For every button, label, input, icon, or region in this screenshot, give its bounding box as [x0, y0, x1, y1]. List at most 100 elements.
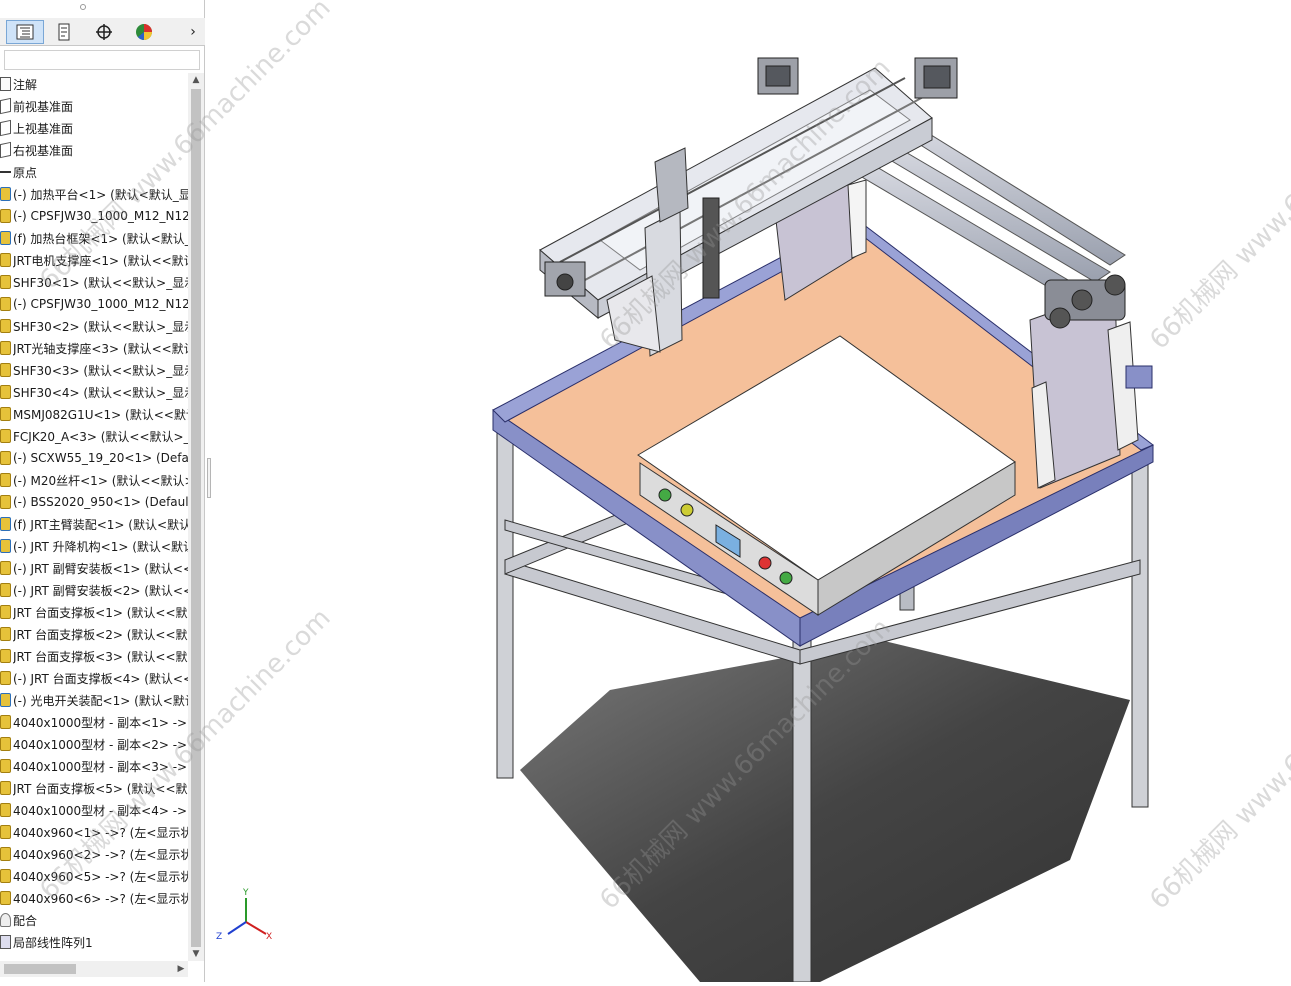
- part-icon: [0, 385, 11, 399]
- tree-item[interactable]: 配合: [0, 909, 188, 931]
- tree-item[interactable]: (f) JRT主臂装配<1> (默认<默认: [0, 513, 188, 535]
- more-tabs-button[interactable]: ›: [183, 20, 203, 44]
- part-icon: [0, 649, 11, 663]
- tree-item[interactable]: SHF30<3> (默认<<默认>_显示: [0, 359, 188, 381]
- tree-item-label: 4040x1000型材 - 副本<1> ->?: [13, 715, 188, 730]
- part-icon: [0, 407, 11, 421]
- part-icon: [0, 847, 11, 861]
- tree-item[interactable]: 注解: [0, 73, 188, 95]
- tree-item-label: (-) 光电开关装配<1> (默认<默认: [13, 693, 188, 708]
- part-icon: [0, 341, 11, 355]
- tree-item[interactable]: JRT 台面支撑板<2> (默认<<默认: [0, 623, 188, 645]
- triad-y-label: Y: [243, 888, 249, 898]
- tree-item-label: 配合: [13, 913, 38, 928]
- tree-item[interactable]: (-) JRT 副臂安装板<2> (默认<<: [0, 579, 188, 601]
- graphics-viewport[interactable]: Y X Z: [205, 0, 1291, 983]
- tree-vertical-scrollbar[interactable]: ▲ ▼: [188, 73, 204, 961]
- tree-item[interactable]: MSMJ082G1U<1> (默认<<默认: [0, 403, 188, 425]
- tree-item[interactable]: 前视基准面: [0, 95, 188, 117]
- tree-horizontal-scrollbar[interactable]: ▶: [0, 961, 188, 977]
- tree-item-label: JRT 台面支撑板<2> (默认<<默认: [13, 627, 188, 642]
- tree-item[interactable]: 4040x1000型材 - 副本<1> ->?: [0, 711, 188, 733]
- tree-item[interactable]: SHF30<1> (默认<<默认>_显示: [0, 271, 188, 293]
- tree-item-label: JRT 台面支撑板<3> (默认<<默认: [13, 649, 188, 664]
- tree-item[interactable]: (-) BSS2020_950<1> (Default<: [0, 491, 188, 513]
- tree-item[interactable]: JRT 台面支撑板<1> (默认<<默认: [0, 601, 188, 623]
- scroll-down-icon[interactable]: ▼: [188, 947, 204, 961]
- tree-item-label: 上视基准面: [13, 121, 74, 136]
- plane-icon: [0, 119, 11, 137]
- part-icon: [0, 429, 11, 443]
- part-icon: [0, 319, 11, 333]
- tree-item[interactable]: JRT 台面支撑板<3> (默认<<默认: [0, 645, 188, 667]
- tree-item[interactable]: 4040x960<6> ->? (左<显示状态: [0, 887, 188, 909]
- part-icon: [0, 891, 11, 905]
- tree-item[interactable]: (-) JRT 升降机构<1> (默认<默认: [0, 535, 188, 557]
- tree-item-label: 原点: [13, 165, 38, 180]
- tree-item[interactable]: (-) JRT 副臂安装板<1> (默认<<: [0, 557, 188, 579]
- tree-item-label: (-) JRT 台面支撑板<4> (默认<<: [13, 671, 188, 686]
- mate-icon: [0, 913, 11, 927]
- display-manager-tab[interactable]: [125, 20, 163, 44]
- tree-item-label: SHF30<2> (默认<<默认>_显示: [13, 319, 188, 334]
- tree-item[interactable]: (-) JRT 台面支撑板<4> (默认<<: [0, 667, 188, 689]
- part-icon: [0, 605, 11, 619]
- tree-item-label: (-) JRT 副臂安装板<2> (默认<<: [13, 583, 188, 598]
- tree-item-label: (-) JRT 副臂安装板<1> (默认<<: [13, 561, 188, 576]
- tree-item[interactable]: SHF30<4> (默认<<默认>_显示: [0, 381, 188, 403]
- plane-icon: [0, 97, 11, 115]
- tree-item[interactable]: FCJK20_A<3> (默认<<默认>_显: [0, 425, 188, 447]
- asm-icon: [0, 693, 11, 707]
- scroll-up-icon[interactable]: ▲: [188, 73, 204, 87]
- tree-item[interactable]: 局部线性阵列1: [0, 931, 188, 953]
- tree-item-label: 右视基准面: [13, 143, 74, 158]
- plane-icon: [0, 141, 11, 159]
- tree-item-label: (-) JRT 升降机构<1> (默认<默认: [13, 539, 188, 554]
- part-icon: [0, 209, 11, 223]
- asm-icon: [0, 517, 11, 531]
- tree-item-label: (-) SCXW55_19_20<1> (Default: [13, 451, 188, 465]
- side-bracket: [1125, 365, 1153, 389]
- axis-triad: [227, 898, 267, 935]
- crosshair-icon: [96, 24, 112, 40]
- part-icon: [0, 451, 11, 465]
- part-icon: [0, 627, 11, 641]
- vertical-scroll-thumb[interactable]: [191, 89, 201, 947]
- part-icon: [0, 803, 11, 817]
- panel-tabs: ›: [0, 18, 205, 46]
- origin-icon: [0, 165, 11, 179]
- horizontal-scroll-thumb[interactable]: [4, 964, 76, 974]
- tree-item-label: JRT光轴支撑座<3> (默认<<默认: [13, 341, 188, 356]
- part-icon: [0, 737, 11, 751]
- tree-item-label: SHF30<3> (默认<<默认>_显示: [13, 363, 188, 378]
- tree-item[interactable]: (-) M20丝杆<1> (默认<<默认>_: [0, 469, 188, 491]
- property-manager-tab[interactable]: [45, 20, 83, 44]
- rear-bearing-blocks: [1044, 274, 1126, 329]
- configuration-manager-tab[interactable]: [85, 20, 123, 44]
- panel-grip-icon[interactable]: [80, 4, 86, 10]
- part-icon: [0, 781, 11, 795]
- tree-item-label: SHF30<4> (默认<<默认>_显示: [13, 385, 188, 400]
- asm-icon: [0, 187, 11, 201]
- part-icon: [0, 363, 11, 377]
- tree-item[interactable]: (-) SCXW55_19_20<1> (Default: [0, 447, 188, 469]
- tree-item[interactable]: SHF30<2> (默认<<默认>_显示: [0, 315, 188, 337]
- feature-manager-tab[interactable]: [6, 20, 44, 44]
- triad-x-label: X: [266, 932, 273, 942]
- property-icon: [58, 23, 70, 41]
- tree-item-label: 4040x960<6> ->? (左<显示状态: [13, 891, 188, 906]
- tree-item[interactable]: (-) CPSFJW30_1000_M12_N12<: [0, 293, 188, 315]
- part-icon: [0, 275, 11, 289]
- tree-item-label: (-) M20丝杆<1> (默认<<默认>_: [13, 473, 188, 488]
- tree-item-label: (f) JRT主臂装配<1> (默认<默认: [13, 517, 188, 532]
- part-icon: [0, 583, 11, 597]
- tree-icon: [16, 24, 34, 40]
- tree-item[interactable]: 上视基准面: [0, 117, 188, 139]
- tree-item[interactable]: JRT光轴支撑座<3> (默认<<默认: [0, 337, 188, 359]
- scroll-right-icon[interactable]: ▶: [174, 961, 188, 977]
- part-icon: [0, 297, 11, 311]
- tree-item-label: (-) CPSFJW30_1000_M12_N12<: [13, 297, 188, 311]
- tree-filter-input[interactable]: [4, 50, 200, 70]
- tree-item-label: 局部线性阵列1: [13, 935, 93, 950]
- tree-item[interactable]: (-) 光电开关装配<1> (默认<默认: [0, 689, 188, 711]
